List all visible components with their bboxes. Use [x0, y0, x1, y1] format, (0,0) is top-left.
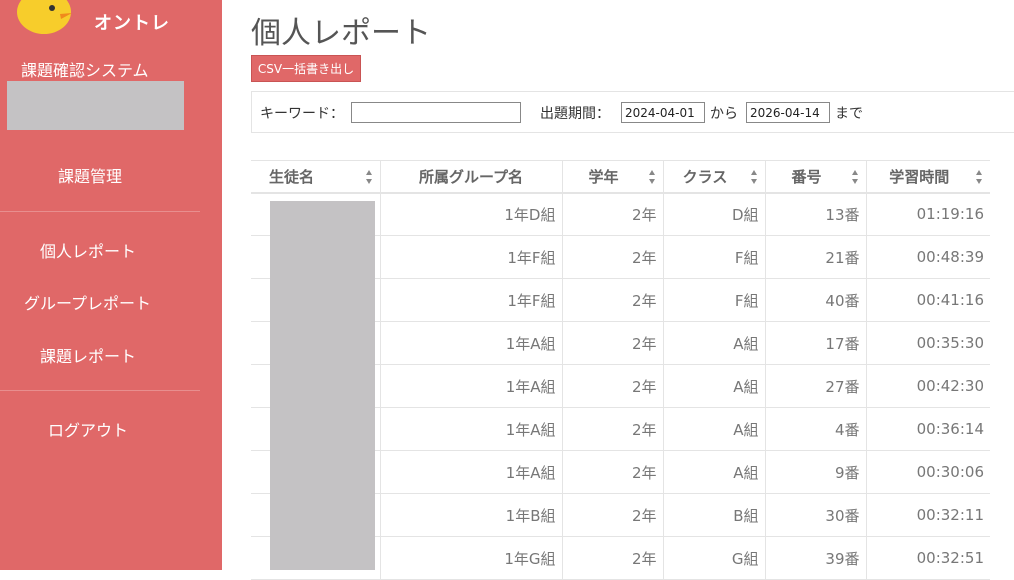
class-cell: A組 [662, 364, 765, 408]
header-grade[interactable]: 学年 [561, 160, 663, 194]
time-cell: 00:42:30 [865, 364, 990, 408]
number-cell: 4番 [764, 407, 866, 451]
sidebar-item-logout[interactable]: ログアウト [48, 417, 128, 441]
sort-icon[interactable] [648, 169, 656, 185]
class-cell: B組 [662, 493, 765, 537]
header-label: クラス [682, 167, 728, 186]
class-cell: F組 [662, 278, 765, 322]
logo-text: オントレ [94, 13, 170, 34]
grade-cell: 2年 [561, 321, 663, 365]
header-label: 学習時間 [889, 167, 950, 186]
number-cell: 13番 [764, 192, 866, 236]
header-class[interactable]: クラス [662, 160, 765, 194]
group-cell: 1年B組 [379, 493, 562, 537]
group-cell: 1年A組 [379, 407, 562, 451]
class-cell: A組 [662, 321, 765, 365]
number-cell: 30番 [764, 493, 866, 537]
sidebar-item-individual-report[interactable]: 個人レポート [40, 238, 136, 262]
time-cell: 00:35:30 [865, 321, 990, 365]
sort-icon[interactable] [851, 169, 859, 185]
keyword-input[interactable] [351, 102, 521, 123]
csv-export-button[interactable]: CSV一括書き出し [251, 55, 361, 82]
sort-icon[interactable] [750, 169, 758, 185]
header-label: 番号 [791, 167, 822, 186]
chick-logo-icon [17, 0, 72, 34]
sidebar-item-group-report[interactable]: グループレポート [24, 290, 151, 314]
filter-bar: キーワード： 出題期間： 2024-04-01 から 2026-04-14 まで [251, 91, 1014, 133]
header-label: 生徒名 [269, 167, 315, 186]
period-label: 出題期間： [540, 106, 610, 122]
header-number[interactable]: 番号 [764, 160, 866, 194]
time-cell: 00:48:39 [865, 235, 990, 279]
group-cell: 1年A組 [379, 321, 562, 365]
class-cell: A組 [662, 450, 765, 494]
class-cell: G組 [662, 536, 765, 580]
time-cell: 00:32:11 [865, 493, 990, 537]
class-cell: F組 [662, 235, 765, 279]
main-content: 個人レポート CSV一括書き出し キーワード： 出題期間： 2024-04-01… [222, 0, 1014, 580]
number-cell: 39番 [764, 536, 866, 580]
group-cell: 1年F組 [379, 235, 562, 279]
logo[interactable]: オントレ [0, 0, 222, 40]
number-cell: 40番 [764, 278, 866, 322]
sort-icon[interactable] [975, 169, 983, 185]
from-suffix: から [710, 106, 738, 122]
group-cell: 1年F組 [379, 278, 562, 322]
header-student-name[interactable]: 生徒名 [251, 160, 380, 194]
number-cell: 27番 [764, 364, 866, 408]
keyword-label: キーワード： [260, 106, 344, 122]
group-cell: 1年G組 [379, 536, 562, 580]
sidebar-divider [0, 211, 200, 212]
time-cell: 00:36:14 [865, 407, 990, 451]
header-study-time[interactable]: 学習時間 [865, 160, 990, 194]
grade-cell: 2年 [561, 536, 663, 580]
page-title: 個人レポート [251, 16, 431, 51]
grade-cell: 2年 [561, 192, 663, 236]
header-group-name: 所属グループ名 [379, 160, 562, 194]
sidebar: オントレ 課題確認システム 課題管理 個人レポート グループレポート 課題レポー… [0, 0, 222, 570]
number-cell: 9番 [764, 450, 866, 494]
sidebar-divider [0, 390, 200, 391]
grade-cell: 2年 [561, 407, 663, 451]
time-cell: 00:41:16 [865, 278, 990, 322]
time-cell: 00:30:06 [865, 450, 990, 494]
grade-cell: 2年 [561, 364, 663, 408]
class-cell: A組 [662, 407, 765, 451]
number-cell: 17番 [764, 321, 866, 365]
group-cell: 1年A組 [379, 450, 562, 494]
sidebar-item-task-report[interactable]: 課題レポート [40, 343, 136, 367]
group-cell: 1年A組 [379, 364, 562, 408]
grade-cell: 2年 [561, 278, 663, 322]
user-info-redacted [7, 81, 184, 130]
number-cell: 21番 [764, 235, 866, 279]
class-cell: D組 [662, 192, 765, 236]
grade-cell: 2年 [561, 450, 663, 494]
sidebar-item-task-management[interactable]: 課題管理 [58, 163, 122, 187]
time-cell: 01:19:16 [865, 192, 990, 236]
table-header-row: 生徒名 所属グループ名 学年 クラス 番号 学習時間 [251, 160, 990, 194]
group-cell: 1年D組 [379, 192, 562, 236]
date-to-input[interactable]: 2026-04-14 [746, 102, 830, 123]
grade-cell: 2年 [561, 235, 663, 279]
header-label: 所属グループ名 [418, 167, 524, 186]
system-name: 課題確認システム [21, 61, 149, 80]
grade-cell: 2年 [561, 493, 663, 537]
student-names-redacted [270, 201, 375, 570]
time-cell: 00:32:51 [865, 536, 990, 580]
header-label: 学年 [588, 167, 619, 186]
to-suffix: まで [835, 106, 863, 122]
date-from-input[interactable]: 2024-04-01 [621, 102, 705, 123]
sort-icon[interactable] [365, 169, 373, 185]
